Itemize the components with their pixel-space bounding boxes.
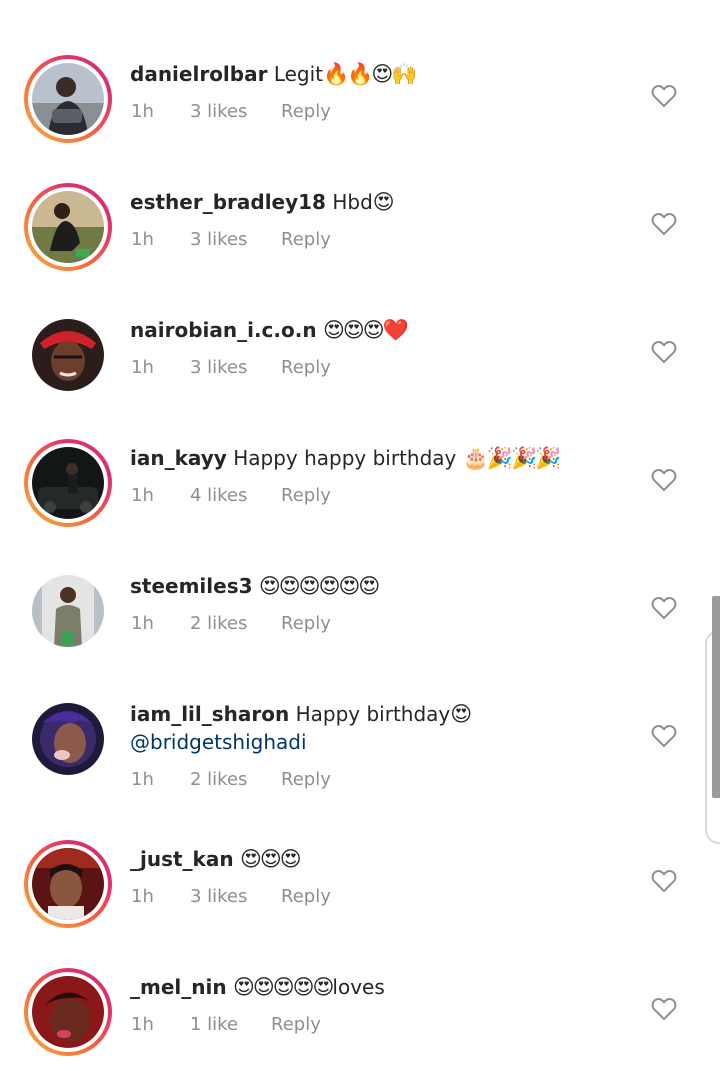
comment-list: danielrolbar Legit🔥🔥😍🙌 1h 3 likes Reply <box>0 0 720 1071</box>
avatar[interactable] <box>24 968 112 1056</box>
comment-likes-count[interactable]: 2 likes <box>190 768 247 792</box>
avatar[interactable] <box>24 695 112 783</box>
comment-time: 1h <box>131 886 154 907</box>
comment-username[interactable]: iam_lil_sharon <box>130 702 289 726</box>
reply-button[interactable]: Reply <box>281 100 331 124</box>
comment-time: 1h <box>131 769 154 790</box>
comment-time: 1h <box>131 101 154 122</box>
comment-likes-count[interactable]: 2 likes <box>190 612 247 636</box>
heart-outline-icon[interactable] <box>651 596 677 620</box>
comment-likes-count[interactable]: 3 likes <box>190 100 247 124</box>
comment-emojis: 😍 <box>450 702 472 726</box>
comment-mention-link[interactable]: @bridgetshighadi <box>130 728 307 756</box>
heart-outline-icon[interactable] <box>651 869 677 893</box>
comment-username[interactable]: danielrolbar <box>130 62 267 86</box>
comment-likes-count[interactable]: 3 likes <box>190 228 247 252</box>
comment-emojis: 😍 <box>372 190 395 214</box>
comment-text: _mel_nin 😍😍😍😍😍loves <box>130 973 385 1001</box>
comment-text: danielrolbar Legit🔥🔥😍🙌 <box>130 60 417 88</box>
comment-body: Legit <box>273 62 324 86</box>
comment-time: 1h <box>131 357 154 378</box>
comment-time: 1h <box>131 1014 154 1035</box>
comment-body: Hbd <box>332 190 373 214</box>
comment-username[interactable]: nairobian_i.c.o.n <box>130 318 317 342</box>
comment-likes-count[interactable]: 3 likes <box>190 885 247 909</box>
heart-outline-icon[interactable] <box>651 724 677 748</box>
reply-button[interactable]: Reply <box>281 612 331 636</box>
comment-body: Happy happy birthday <box>233 446 457 470</box>
avatar[interactable] <box>24 183 112 271</box>
reply-button[interactable]: Reply <box>281 356 331 380</box>
comment-trailing-text: loves <box>332 975 385 999</box>
avatar[interactable] <box>24 840 112 928</box>
comment-text: esther_bradley18 Hbd😍 <box>130 188 395 216</box>
comment-time: 1h <box>131 229 154 250</box>
comment-username[interactable]: _just_kan <box>130 847 234 871</box>
comment-emojis: 😍😍😍😍😍😍 <box>258 574 380 598</box>
comment-emojis: 😍😍😍 <box>239 847 302 871</box>
comment-text: steemiles3 😍😍😍😍😍😍 <box>130 572 380 600</box>
comment-username[interactable]: esther_bradley18 <box>130 190 326 214</box>
reply-button[interactable]: Reply <box>281 885 331 909</box>
scrollbar[interactable] <box>712 596 720 798</box>
comment-text: ian_kayy Happy happy birthday 🎂🎉🎉🎉 <box>130 444 562 472</box>
heart-outline-icon[interactable] <box>651 340 677 364</box>
comment-emojis: 🔥🔥😍🙌 <box>323 62 417 86</box>
heart-outline-icon[interactable] <box>651 84 677 108</box>
comment-username[interactable]: steemiles3 <box>130 574 253 598</box>
comment-likes-count[interactable]: 1 like <box>190 1013 238 1037</box>
reply-button[interactable]: Reply <box>281 484 331 508</box>
comment-emojis: 😍😍😍😍😍 <box>232 975 334 999</box>
comment-emojis: 🎂🎉🎉🎉 <box>462 446 562 470</box>
comment-emojis: 😍😍😍❤️ <box>322 318 409 342</box>
avatar[interactable] <box>24 567 112 655</box>
heart-outline-icon[interactable] <box>651 468 677 492</box>
comment-text: nairobian_i.c.o.n 😍😍😍❤️ <box>130 316 409 344</box>
heart-outline-icon[interactable] <box>651 997 677 1021</box>
comment-time: 1h <box>131 613 154 634</box>
comment-likes-count[interactable]: 4 likes <box>190 484 247 508</box>
comment-time: 1h <box>131 485 154 506</box>
comment-body: Happy birthday <box>295 702 451 726</box>
comment-likes-count[interactable]: 3 likes <box>190 356 247 380</box>
comment-text: iam_lil_sharon Happy birthday😍 <box>130 700 472 728</box>
avatar[interactable] <box>24 311 112 399</box>
comment-text: _just_kan 😍😍😍 <box>130 845 302 873</box>
avatar[interactable] <box>24 55 112 143</box>
comment-username[interactable]: _mel_nin <box>130 975 227 999</box>
heart-outline-icon[interactable] <box>651 212 677 236</box>
reply-button[interactable]: Reply <box>281 228 331 252</box>
comment-username[interactable]: ian_kayy <box>130 446 227 470</box>
reply-button[interactable]: Reply <box>271 1013 321 1037</box>
avatar[interactable] <box>24 439 112 527</box>
reply-button[interactable]: Reply <box>281 768 331 792</box>
